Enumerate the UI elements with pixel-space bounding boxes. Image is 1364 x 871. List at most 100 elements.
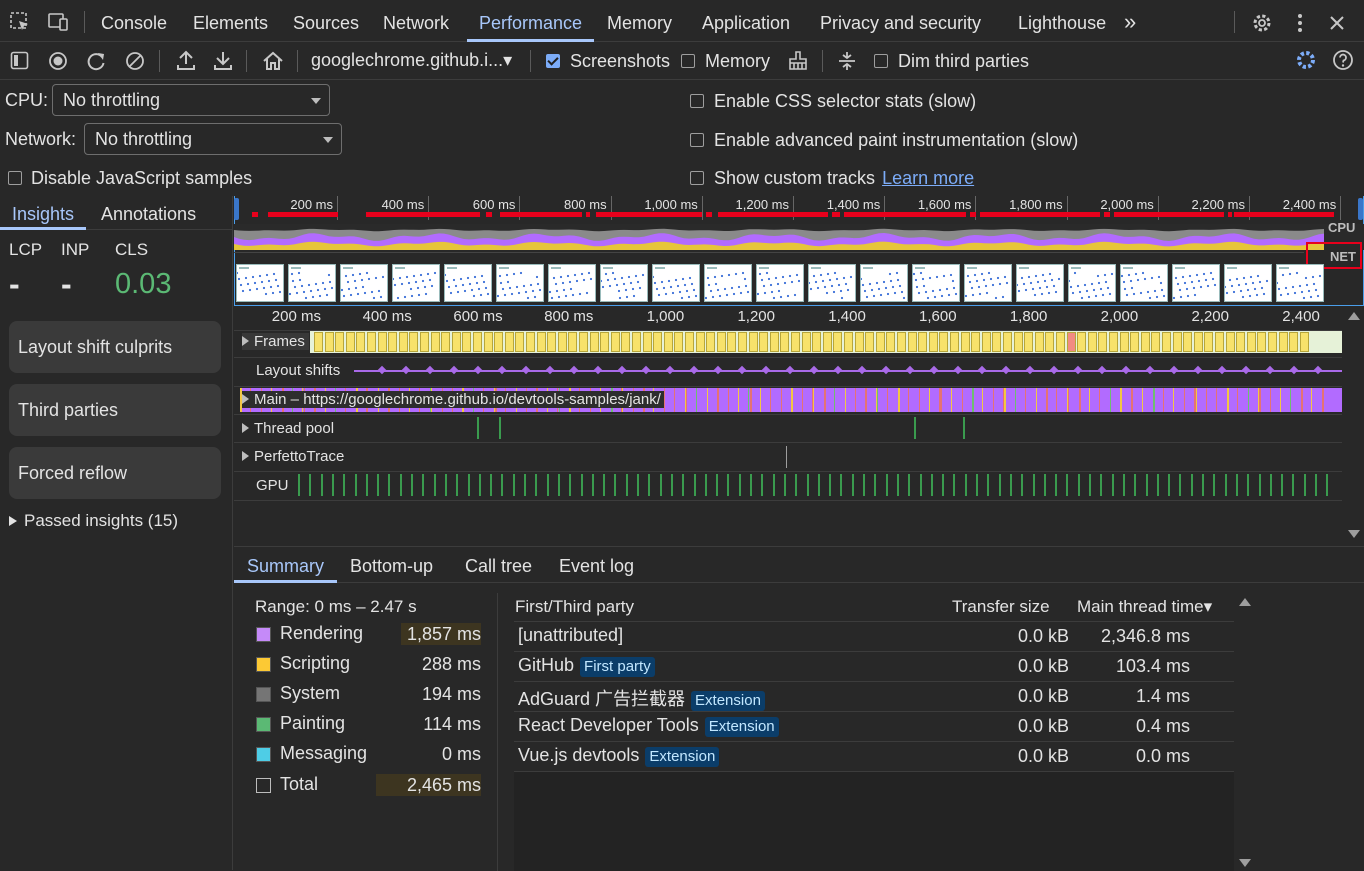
screenshot-thumbnail[interactable] xyxy=(1275,264,1324,302)
scroll-up-icon[interactable] xyxy=(1239,598,1251,606)
disable-js-samples-box[interactable] xyxy=(8,171,22,185)
timeline-overview[interactable]: 200 ms 400 ms 600 ms 800 ms 1,000 ms 1,200 ms… xyxy=(234,196,1364,306)
home-icon[interactable] xyxy=(262,50,284,72)
overview-right-handle[interactable] xyxy=(1358,198,1363,220)
scroll-up-icon[interactable] xyxy=(1348,312,1360,320)
settings-gear-icon[interactable] xyxy=(1251,12,1273,34)
help-icon[interactable] xyxy=(1332,49,1354,71)
garbage-collect-icon[interactable] xyxy=(787,50,809,72)
frames-strip[interactable] xyxy=(310,331,1342,353)
screenshots-checkbox[interactable]: Screenshots xyxy=(546,50,670,72)
screenshot-thumbnail[interactable] xyxy=(1015,264,1064,302)
paint-instrumentation-checkbox[interactable]: Enable advanced paint instrumentation (s… xyxy=(690,129,1078,151)
close-devtools-icon[interactable] xyxy=(1328,14,1346,32)
timeline-tracks[interactable]: 200 ms400 ms600 ms800 ms1,000 ms1,200 ms… xyxy=(234,306,1364,546)
reload-record-icon[interactable] xyxy=(86,51,108,71)
col-first-third-party[interactable]: First/Third party xyxy=(515,597,634,617)
screenshot-thumbnail[interactable] xyxy=(756,264,804,302)
table-scrollbar[interactable] xyxy=(1234,593,1256,871)
screenshot-thumbnail[interactable] xyxy=(704,264,752,302)
insight-forced-reflow[interactable]: Forced reflow xyxy=(9,447,221,499)
cpu-throttling-select[interactable]: No throttling xyxy=(52,84,330,116)
screenshot-thumbnail[interactable] xyxy=(548,264,596,302)
screenshot-thumbnail[interactable] xyxy=(1067,264,1116,302)
scroll-down-icon[interactable] xyxy=(1348,530,1360,538)
screenshot-thumbnail[interactable] xyxy=(443,264,492,302)
screenshot-thumbnail[interactable] xyxy=(340,264,388,302)
clear-icon[interactable] xyxy=(125,51,145,71)
tab-performance[interactable]: Performance xyxy=(467,0,595,42)
transfer-size-value: 0.0 kB xyxy=(1017,686,1069,707)
tab-insights[interactable]: Insights xyxy=(0,196,86,230)
recording-selector[interactable]: googlechrome.github.i...▾ xyxy=(311,50,512,71)
tab-call-tree[interactable]: Call tree xyxy=(465,547,532,583)
screenshot-thumbnail[interactable] xyxy=(1223,264,1272,302)
tracks-scrollbar[interactable] xyxy=(1344,306,1364,546)
screenshot-thumbnail[interactable] xyxy=(496,264,544,302)
table-row[interactable]: Vue.js devtools Extension 0.0 kB 0.0 ms xyxy=(514,742,1234,773)
screenshot-thumbnail[interactable] xyxy=(391,264,440,302)
screenshot-thumbnail[interactable] xyxy=(235,264,284,302)
memory-checkbox-box[interactable] xyxy=(681,54,695,68)
table-row[interactable]: [unattributed] 0.0 kB 2,346.8 ms xyxy=(514,622,1234,652)
download-profile-icon[interactable] xyxy=(213,50,233,72)
screenshots-checkbox-box[interactable] xyxy=(546,54,560,68)
col-main-thread-time[interactable]: Main thread time▾ xyxy=(1077,597,1212,617)
tab-network[interactable]: Network xyxy=(383,0,449,42)
dim-third-parties-checkbox[interactable]: Dim third parties xyxy=(874,50,1029,72)
inspect-element-icon[interactable] xyxy=(10,12,30,32)
css-selector-stats-box[interactable] xyxy=(690,94,704,108)
tab-summary[interactable]: Summary xyxy=(234,547,338,583)
kebab-menu-icon[interactable] xyxy=(1293,12,1307,34)
tab-elements[interactable]: Elements xyxy=(193,0,268,42)
screenshot-thumbnail[interactable] xyxy=(859,264,908,302)
tab-memory[interactable]: Memory xyxy=(607,0,672,42)
track-frames[interactable]: Frames xyxy=(242,333,309,350)
custom-tracks-box[interactable] xyxy=(690,171,704,185)
track-main[interactable]: Main – https://googlechrome.github.io/de… xyxy=(242,391,664,408)
css-selector-stats-checkbox[interactable]: Enable CSS selector stats (slow) xyxy=(690,90,976,112)
network-throttling-select[interactable]: No throttling xyxy=(84,123,342,155)
table-row[interactable]: GitHub First party 0.0 kB 103.4 ms xyxy=(514,652,1234,683)
screenshot-thumbnail[interactable] xyxy=(912,264,960,302)
screenshot-thumbnail[interactable] xyxy=(1120,264,1168,302)
device-toolbar-icon[interactable] xyxy=(47,12,71,32)
track-thread-pool[interactable]: Thread pool xyxy=(242,420,334,437)
capture-settings-gear-icon[interactable] xyxy=(1295,49,1317,71)
screenshot-thumbnail[interactable] xyxy=(964,264,1012,302)
tab-annotations[interactable]: Annotations xyxy=(101,196,196,230)
table-row[interactable]: AdGuard 广告拦截器 Extension 0.0 kB 1.4 ms xyxy=(514,682,1234,713)
transfer-size-value: 0.0 kB xyxy=(1017,656,1069,677)
tab-privacy-security[interactable]: Privacy and security xyxy=(820,0,981,42)
screenshot-thumbnail[interactable] xyxy=(807,264,856,302)
insight-third-parties[interactable]: Third parties xyxy=(9,384,221,436)
more-tabs-icon[interactable]: » xyxy=(1124,0,1136,42)
disable-js-samples-checkbox[interactable]: Disable JavaScript samples xyxy=(8,167,252,189)
col-transfer-size[interactable]: Transfer size xyxy=(952,597,1050,617)
track-perfetto[interactable]: PerfettoTrace xyxy=(242,448,344,465)
screenshot-thumbnail[interactable] xyxy=(599,264,648,302)
toggle-sidebar-icon[interactable] xyxy=(10,51,30,71)
insight-layout-shift-culprits[interactable]: Layout shift culprits xyxy=(9,321,221,373)
dim-third-parties-box[interactable] xyxy=(874,54,888,68)
memory-checkbox[interactable]: Memory xyxy=(681,50,770,72)
passed-insights-toggle[interactable]: Passed insights (15) xyxy=(9,510,178,532)
screenshot-thumbnail[interactable] xyxy=(1172,264,1220,302)
learn-more-link[interactable]: Learn more xyxy=(882,168,974,189)
tab-application[interactable]: Application xyxy=(702,0,790,42)
paint-instrumentation-box[interactable] xyxy=(690,133,704,147)
scroll-down-icon[interactable] xyxy=(1239,859,1251,867)
tab-console[interactable]: Console xyxy=(101,0,167,42)
tab-lighthouse[interactable]: Lighthouse xyxy=(1018,0,1106,42)
collapse-tracks-icon[interactable] xyxy=(837,50,857,72)
screenshot-thumbnail[interactable] xyxy=(288,264,336,302)
custom-tracks-checkbox[interactable]: Show custom tracks Learn more xyxy=(690,167,974,189)
tab-bottom-up[interactable]: Bottom-up xyxy=(350,547,433,583)
upload-profile-icon[interactable] xyxy=(176,50,196,72)
screenshot-thumbnail[interactable] xyxy=(651,264,700,302)
tab-event-log[interactable]: Event log xyxy=(559,547,634,583)
overview-left-handle[interactable] xyxy=(234,198,239,220)
tab-sources[interactable]: Sources xyxy=(293,0,359,42)
record-icon[interactable] xyxy=(48,51,68,71)
table-row[interactable]: React Developer Tools Extension 0.0 kB 0.4 … xyxy=(514,712,1234,743)
